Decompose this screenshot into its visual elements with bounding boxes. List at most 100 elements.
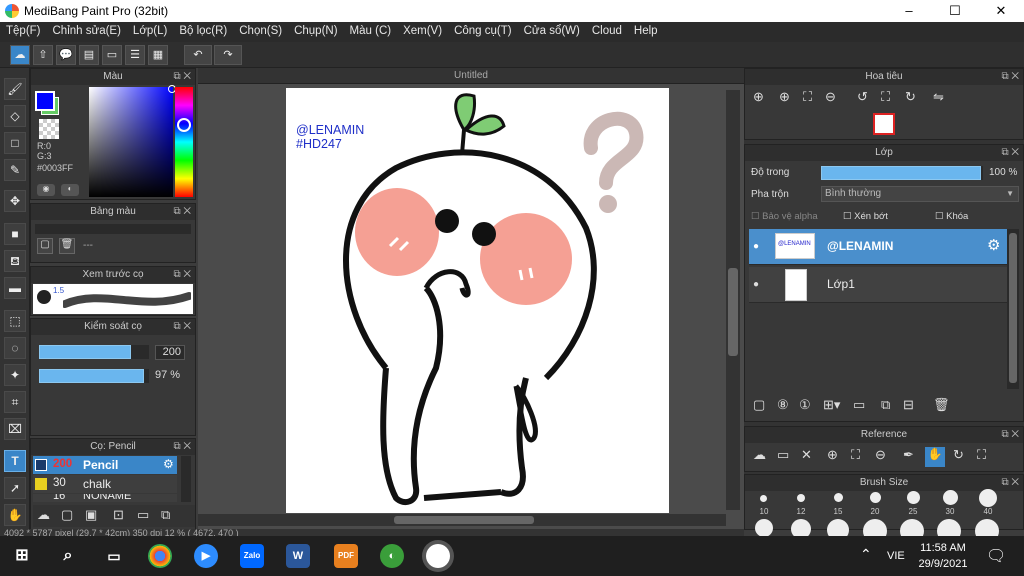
panel-close-icon[interactable]: ⧉ ✕ bbox=[173, 319, 191, 335]
color-wheel-icon[interactable]: ◉ bbox=[37, 184, 55, 196]
select-rect-tool-icon[interactable]: ⬚ bbox=[4, 310, 26, 332]
close-reference-icon[interactable]: ✕ bbox=[801, 447, 812, 463]
minimize-button[interactable]: – bbox=[886, 0, 932, 22]
brush-list-scrollbar[interactable] bbox=[181, 456, 191, 502]
zoom-in-icon[interactable]: ⊕ bbox=[753, 89, 764, 105]
reference-zoom-out-icon[interactable]: ⊖ bbox=[875, 447, 886, 463]
folder-icon[interactable]: ▭ bbox=[137, 507, 149, 523]
clock-date[interactable]: 29/9/2021 bbox=[912, 558, 974, 570]
zoom-in-2-icon[interactable]: ⊕ bbox=[779, 89, 790, 105]
panel-close-icon[interactable]: ⧉ ✕ bbox=[173, 204, 191, 220]
brush-item-chalk[interactable]: 30 chalk bbox=[33, 475, 177, 493]
move-tool-icon[interactable]: ✥ bbox=[4, 190, 26, 212]
new-brush-icon[interactable]: ▢ bbox=[61, 507, 73, 523]
brush-tool-icon[interactable]: 🖌 bbox=[4, 78, 26, 100]
clipping-checkbox[interactable]: ☐ Xén bớt bbox=[843, 211, 888, 222]
add-brush-icon[interactable]: ▣ bbox=[85, 507, 97, 523]
menu-filter[interactable]: Bộ lọc(R) bbox=[173, 22, 233, 37]
canvas-tab[interactable]: Untitled bbox=[198, 68, 744, 84]
layer-scrollbar[interactable] bbox=[1007, 229, 1019, 389]
task-view-icon[interactable]: ▭ bbox=[102, 544, 126, 568]
brush-opacity-slider[interactable] bbox=[39, 369, 149, 383]
size-dot[interactable] bbox=[870, 492, 881, 503]
medibang-taskbar-icon[interactable] bbox=[426, 544, 450, 568]
protect-alpha-checkbox[interactable]: ☐ Bảo vệ alpha bbox=[751, 211, 818, 222]
gradient-tool-icon[interactable]: ▬ bbox=[4, 277, 26, 299]
lock-checkbox[interactable]: ☐ Khóa bbox=[935, 211, 968, 222]
size-dot[interactable] bbox=[943, 490, 958, 505]
panel-close-icon[interactable]: ⧉ ✕ bbox=[173, 267, 191, 283]
cloud-brush-icon[interactable]: ☁ bbox=[37, 507, 50, 523]
fill-rect-tool-icon[interactable]: ■ bbox=[4, 223, 26, 245]
close-button[interactable]: ✕ bbox=[978, 0, 1024, 22]
transparent-swatch[interactable] bbox=[39, 119, 59, 139]
size-dot[interactable] bbox=[834, 493, 843, 502]
size-dot[interactable] bbox=[797, 494, 805, 502]
upload-icon[interactable]: ⇧ bbox=[33, 45, 53, 65]
app-icon[interactable]: ◐ bbox=[380, 544, 404, 568]
fit-icon[interactable]: ⛶ bbox=[803, 89, 812, 105]
color-slider-icon[interactable]: ◐ bbox=[61, 184, 79, 196]
menu-file[interactable]: Tệp(F) bbox=[0, 22, 47, 37]
size-dot[interactable] bbox=[760, 495, 767, 502]
duplicate-brush-icon[interactable]: ⧉ bbox=[161, 507, 170, 523]
horizontal-scrollbar[interactable] bbox=[198, 514, 726, 526]
fullscreen-icon[interactable]: ⛶ bbox=[881, 89, 890, 105]
text-tool-icon[interactable]: T bbox=[4, 450, 26, 472]
menu-view[interactable]: Xem(V) bbox=[397, 22, 448, 37]
brush-settings-gear-icon[interactable]: ⚙ bbox=[163, 457, 174, 471]
hand-reference-icon[interactable]: ✋ bbox=[925, 447, 945, 467]
select-eraser-tool-icon[interactable]: ⌧ bbox=[4, 418, 26, 440]
flip-icon[interactable]: ⇋ bbox=[933, 89, 944, 105]
select-pen-tool-icon[interactable]: ⌗ bbox=[4, 391, 26, 413]
saturation-value-picker[interactable] bbox=[89, 87, 173, 197]
layer-settings-gear-icon[interactable]: ⚙ bbox=[987, 236, 1000, 254]
brush-item-pencil[interactable]: 200 Pencil ⚙ bbox=[33, 456, 177, 474]
bucket-tool-icon[interactable]: ⛾ bbox=[4, 250, 26, 272]
page-icon[interactable]: ▭ bbox=[102, 45, 122, 65]
add-layer-menu-icon[interactable]: ⊞▾ bbox=[823, 397, 840, 413]
menu-window[interactable]: Cửa sổ(W) bbox=[518, 22, 586, 37]
eraser-tool-icon[interactable]: ◇ bbox=[4, 105, 26, 127]
panel-close-icon[interactable]: ⧉ ✕ bbox=[1001, 475, 1019, 491]
zoom-icon[interactable]: ▶ bbox=[194, 544, 218, 568]
zalo-icon[interactable]: Zalo bbox=[240, 544, 264, 568]
language-indicator[interactable]: VIE bbox=[887, 550, 905, 562]
list-icon[interactable]: ☰ bbox=[125, 45, 145, 65]
layer-row-lenamin[interactable]: ● @LENAMIN @LENAMIN ⚙ bbox=[749, 229, 1007, 265]
panel-close-icon[interactable]: ⧉ ✕ bbox=[1001, 427, 1019, 443]
blend-mode-select[interactable]: Bình thường ▼ bbox=[821, 186, 1019, 202]
horizontal-scroll-thumb[interactable] bbox=[394, 516, 534, 524]
layer-opacity-slider[interactable] bbox=[821, 166, 983, 180]
brush-settings-icon[interactable]: ⊡ bbox=[113, 507, 124, 523]
maximize-button[interactable]: ☐ bbox=[932, 0, 978, 22]
operation-tool-icon[interactable]: ➚ bbox=[4, 477, 26, 499]
chat-icon[interactable]: 💬 bbox=[56, 45, 76, 65]
delete-layer-icon[interactable]: 🗑 bbox=[933, 397, 950, 413]
size-dot[interactable] bbox=[755, 519, 773, 537]
windows-start-icon[interactable]: ⊞ bbox=[10, 544, 34, 568]
visibility-eye-icon[interactable]: ● bbox=[753, 279, 759, 290]
vertical-scrollbar[interactable] bbox=[726, 90, 740, 510]
search-icon[interactable]: ⌕ bbox=[56, 544, 80, 568]
notification-icon[interactable]: 🗨 bbox=[986, 546, 1006, 566]
eyedropper-icon[interactable]: ✒ bbox=[903, 447, 914, 463]
new-layer-icon[interactable]: ▢ bbox=[753, 397, 765, 413]
layer-folder-icon[interactable]: ▭ bbox=[853, 397, 865, 413]
layer-row-lop1[interactable]: ● Lớp1 bbox=[749, 267, 1007, 303]
undo-icon[interactable]: ↶ bbox=[184, 45, 212, 65]
size-dot[interactable] bbox=[979, 489, 997, 507]
brush-item-noname[interactable]: 16 NONAME bbox=[33, 494, 177, 502]
menu-edit[interactable]: Chỉnh sửa(E) bbox=[47, 22, 127, 37]
menu-color[interactable]: Màu (C) bbox=[344, 22, 398, 37]
delete-palette-icon[interactable]: 🗑 bbox=[59, 238, 75, 254]
foreground-color-swatch[interactable] bbox=[35, 91, 55, 111]
magic-wand-tool-icon[interactable]: ✦ bbox=[4, 364, 26, 386]
rotate-reference-icon[interactable]: ↻ bbox=[953, 447, 964, 463]
new-1bit-layer-icon[interactable]: ① bbox=[799, 397, 811, 413]
menu-help[interactable]: Help bbox=[628, 22, 664, 37]
hue-slider-handle[interactable] bbox=[177, 118, 191, 132]
brush-size-value[interactable]: 200 bbox=[155, 345, 185, 360]
menu-snap[interactable]: Chụp(N) bbox=[288, 22, 343, 37]
chevron-up-icon[interactable]: ⌃ bbox=[860, 546, 872, 563]
